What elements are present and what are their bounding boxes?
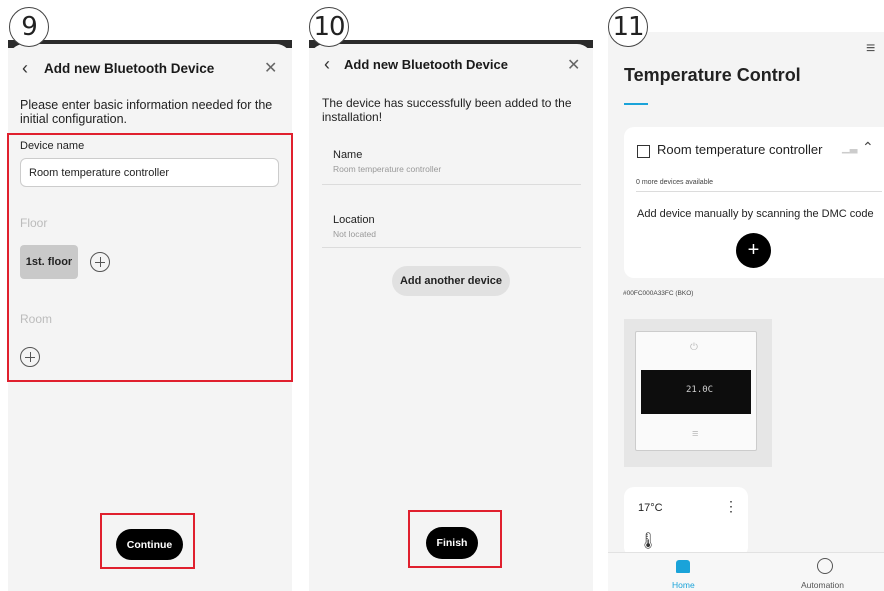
location-label: Location (333, 214, 375, 226)
display-temperature: 21.0C (686, 385, 714, 395)
page-title: Temperature Control (624, 65, 801, 85)
close-icon[interactable]: ✕ (264, 58, 277, 78)
add-manually-text: Add device manually by scanning the DMC … (637, 208, 874, 220)
temperature-tile[interactable]: 17°C ⋮ 🌡 (624, 487, 748, 557)
divider (322, 184, 581, 185)
name-value: Room temperature controller (333, 164, 442, 174)
name-label: Name (333, 149, 363, 161)
divider (322, 247, 581, 248)
clock-icon[interactable] (817, 558, 833, 574)
sheet-title: Add new Bluetooth Device (44, 61, 215, 76)
highlight-finish (408, 510, 502, 568)
step-number-10: 10 (309, 7, 349, 47)
back-chevron-icon[interactable]: ‹ (324, 54, 330, 75)
menu-lines-icon: ≡ (692, 428, 699, 440)
screen-temperature-control: ≡ Temperature Control Room temperature c… (608, 32, 884, 591)
bottom-sheet: ‹ Add new Bluetooth Device ✕ The device … (309, 44, 593, 591)
bottom-nav: Home Automation (608, 552, 884, 591)
screen-device-added: ‹ Add new Bluetooth Device ✕ The device … (309, 40, 593, 591)
location-value: Not located (333, 229, 376, 239)
success-text: The device has successfully been added t… (322, 96, 572, 124)
step-number-9: 9 (9, 7, 49, 47)
signal-icon: ▁▃ (842, 143, 858, 154)
highlight-continue (100, 513, 195, 569)
home-icon[interactable] (676, 560, 690, 573)
menu-icon[interactable]: ≡ (866, 40, 875, 58)
nav-automation-label[interactable]: Automation (801, 580, 844, 590)
intro-text: Please enter basic information needed fo… (20, 98, 273, 126)
chevron-up-icon[interactable]: ⌃ (862, 139, 874, 156)
back-chevron-icon[interactable]: ‹ (22, 58, 28, 79)
add-another-device-button[interactable]: Add another device (392, 266, 510, 296)
device-id: #00FC000A33FC (BKO) (623, 290, 694, 297)
power-icon: ⏻ (690, 342, 698, 353)
title-underline (624, 103, 648, 105)
nav-home-label[interactable]: Home (672, 580, 695, 590)
highlight-form-fields (7, 133, 293, 382)
device-card: Room temperature controller ▁▃ ⌃ 0 more … (624, 127, 884, 278)
sheet-title: Add new Bluetooth Device (344, 57, 508, 72)
more-vertical-icon[interactable]: ⋮ (724, 498, 738, 515)
add-device-button[interactable]: + (736, 233, 771, 268)
close-icon[interactable]: ✕ (567, 55, 580, 75)
thermometer-icon: 🌡 (638, 533, 659, 550)
device-image-card: 21.0C ⏻ ≡ (624, 319, 772, 467)
tile-temperature: 17°C (638, 502, 663, 514)
step-number-11: 11 (608, 7, 648, 47)
thermostat-frame: 21.0C ⏻ ≡ (635, 331, 757, 451)
divider (636, 191, 882, 192)
device-title: Room temperature controller (657, 142, 823, 157)
device-square-icon (637, 145, 650, 158)
thermostat-display: 21.0C (641, 370, 751, 414)
more-devices-text: 0 more devices available (636, 179, 714, 186)
